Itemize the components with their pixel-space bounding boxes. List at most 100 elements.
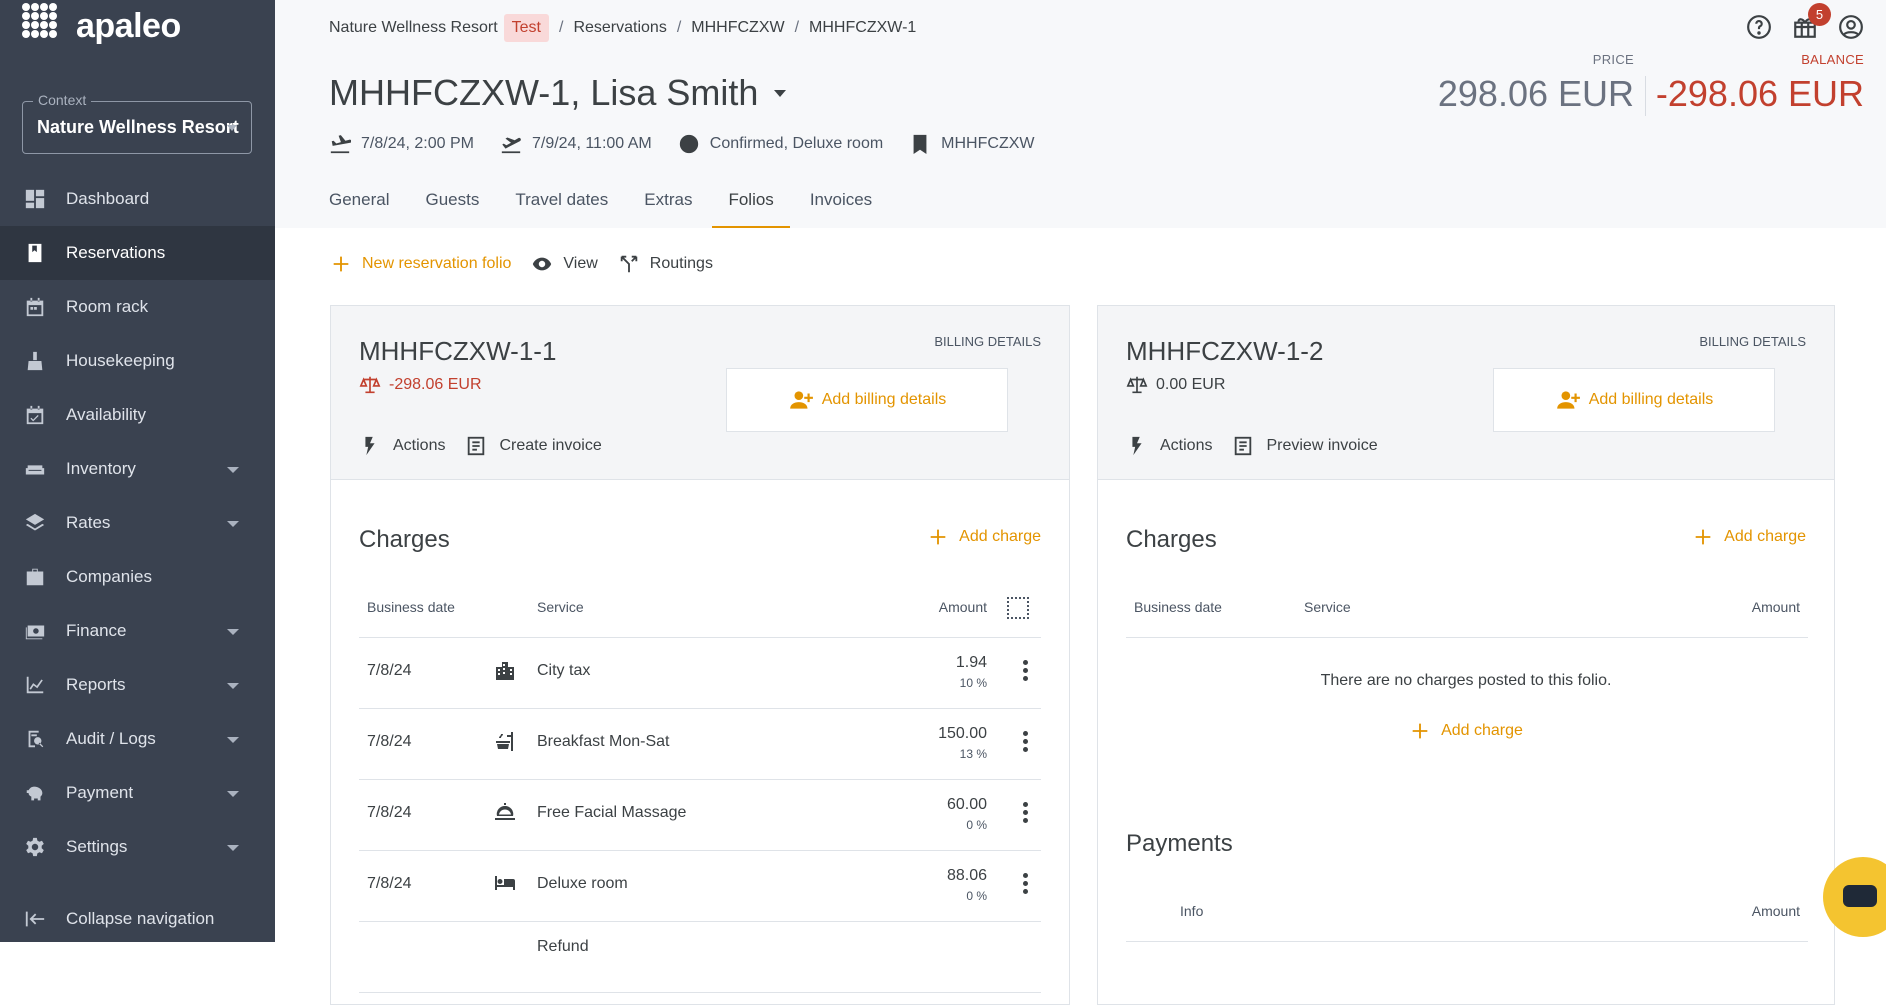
bookmark-icon [913,134,927,154]
column-business-date[interactable]: Business date [1134,599,1222,615]
booking-info[interactable]: MHHFCZXW [909,133,1034,155]
sidebar-item-label: Payment [66,783,134,802]
table-row[interactable]: 7/8/24 Free Facial Massage 60.00 0 % [359,780,1041,851]
reservation-tabs: General Guests Travel dates Extras Folio… [329,190,908,228]
select-all-checkbox[interactable] [1007,597,1029,619]
chevron-down-icon [227,629,239,635]
logo-dots-icon [22,3,68,49]
new-reservation-folio-button[interactable]: New reservation folio [330,253,511,275]
more-vert-icon[interactable] [1023,731,1029,755]
document-icon [468,436,485,456]
account-icon[interactable] [1838,14,1864,40]
help-icon[interactable] [1746,14,1772,40]
table-row[interactable]: 7/8/24 Breakfast Mon-Sat 150.00 13 % [359,709,1041,780]
sidebar-item-reports[interactable]: Reports [0,658,275,712]
column-info[interactable]: Info [1180,903,1203,919]
context-label: Context [33,92,92,108]
more-vert-icon[interactable] [1023,660,1029,684]
booking-reference: MHHFCZXW [941,135,1035,152]
gift-icon[interactable]: 5 [1792,3,1831,40]
sidebar-item-dashboard[interactable]: Dashboard [0,172,275,226]
sidebar-item-reservations[interactable]: Reservations [0,226,275,280]
apaleo-logo[interactable]: apaleo [22,2,181,50]
column-amount[interactable]: Amount [1752,599,1800,615]
tab-guests[interactable]: Guests [425,190,479,228]
sidebar-item-finance[interactable]: Finance [0,604,275,658]
add-person-icon [789,391,813,409]
column-business-date[interactable]: Business date [367,599,455,615]
vat-rate: 0 % [966,889,987,903]
column-amount[interactable]: Amount [1752,903,1800,919]
tab-travel-dates[interactable]: Travel dates [515,190,608,228]
create-invoice-button[interactable]: Create invoice [465,435,602,457]
chevron-down-icon [227,521,239,527]
sidebar-item-rates[interactable]: Rates [0,496,275,550]
folio-actions: Actions Preview invoice [1126,435,1398,457]
broom-icon [24,350,46,372]
more-vert-icon[interactable] [1023,873,1029,897]
routings-button[interactable]: Routings [618,253,713,275]
chevron-down-icon [227,737,239,743]
table-row[interactable]: 7/8/24 Deluxe room 88.06 0 % [359,851,1041,922]
breadcrumb-property[interactable]: Nature Wellness Resort [329,19,498,37]
tab-extras[interactable]: Extras [644,190,692,228]
tab-invoices[interactable]: Invoices [810,190,872,228]
breadcrumb-booking[interactable]: MHHFCZXW [691,19,784,37]
column-service[interactable]: Service [537,599,584,615]
add-charge-button[interactable]: Add charge [1098,720,1834,742]
sidebar-item-label: Reservations [66,243,166,262]
context-select[interactable]: Context Nature Wellness Resort [22,92,252,154]
actions-button[interactable]: Actions [359,435,445,457]
add-billing-details-button[interactable]: Add billing details [726,368,1008,432]
add-billing-details-button[interactable]: Add billing details [1493,368,1775,432]
chat-icon [1843,885,1877,907]
reservation-title-dropdown[interactable]: MHHFCZXW-1, Lisa Smith [329,72,787,114]
sidebar-item-settings[interactable]: Settings [0,820,275,874]
reservation-status: Confirmed, Deluxe room [709,135,884,152]
sidebar-item-payment[interactable]: Payment [0,766,275,820]
sidebar-nav: Dashboard Reservations Room rack Houseke… [0,172,275,874]
sidebar-item-label: Companies [66,567,152,586]
chevron-down-icon [227,791,239,797]
sidebar-item-housekeeping[interactable]: Housekeeping [0,334,275,388]
collapse-navigation-button[interactable]: Collapse navigation [0,892,275,946]
bed-icon [493,871,517,895]
sidebar-item-inventory[interactable]: Inventory [0,442,275,496]
charge-amount: 150.00 [938,725,987,742]
tab-general[interactable]: General [329,190,389,228]
scale-icon [359,376,381,394]
sidebar-item-audit-logs[interactable]: Audit / Logs [0,712,275,766]
add-charge-button[interactable]: Add charge [927,526,1041,548]
price-summary: PRICE 298.06 EUR [1438,52,1634,115]
table-row[interactable]: 7/8/24 City tax 1.94 10 % [359,638,1041,709]
chevron-down-icon [227,845,239,851]
book-icon [24,242,46,264]
balance-summary: BALANCE -298.06 EUR [1656,52,1864,115]
folio-id: MHHFCZXW-1-2 [1126,336,1324,366]
audit-icon [24,728,46,750]
preview-invoice-button[interactable]: Preview invoice [1232,435,1378,457]
sidebar-item-label: Availability [66,405,147,424]
column-amount[interactable]: Amount [939,599,987,615]
flight-takeoff-icon [501,137,521,154]
column-service[interactable]: Service [1304,599,1351,615]
sidebar-item-room-rack[interactable]: Room rack [0,280,275,334]
breadcrumb-reservation: MHHFCZXW-1 [809,19,917,36]
chevron-down-icon [227,683,239,689]
plus-icon [333,256,349,272]
reservation-meta: 7/8/24, 2:00 PM 7/9/24, 11:00 AM Confirm… [329,133,1060,155]
sidebar-item-companies[interactable]: Companies [0,550,275,604]
breakfast-icon [493,729,517,753]
more-vert-icon[interactable] [1023,802,1029,826]
actions-button[interactable]: Actions [1126,435,1212,457]
tab-folios[interactable]: Folios [712,190,791,228]
table-row[interactable]: Refund [359,922,1041,993]
folio-panel: MHHFCZXW-1-1 -298.06 EUR BILLING DETAILS… [330,305,1070,1005]
layers-icon [24,512,46,534]
sidebar-item-availability[interactable]: Availability [0,388,275,442]
view-button[interactable]: View [531,253,598,275]
charge-amount: 88.06 [946,867,987,884]
folio-balance: 0.00 EUR [1126,374,1225,396]
breadcrumb-reservations[interactable]: Reservations [573,19,666,37]
add-charge-button[interactable]: Add charge [1692,526,1806,548]
